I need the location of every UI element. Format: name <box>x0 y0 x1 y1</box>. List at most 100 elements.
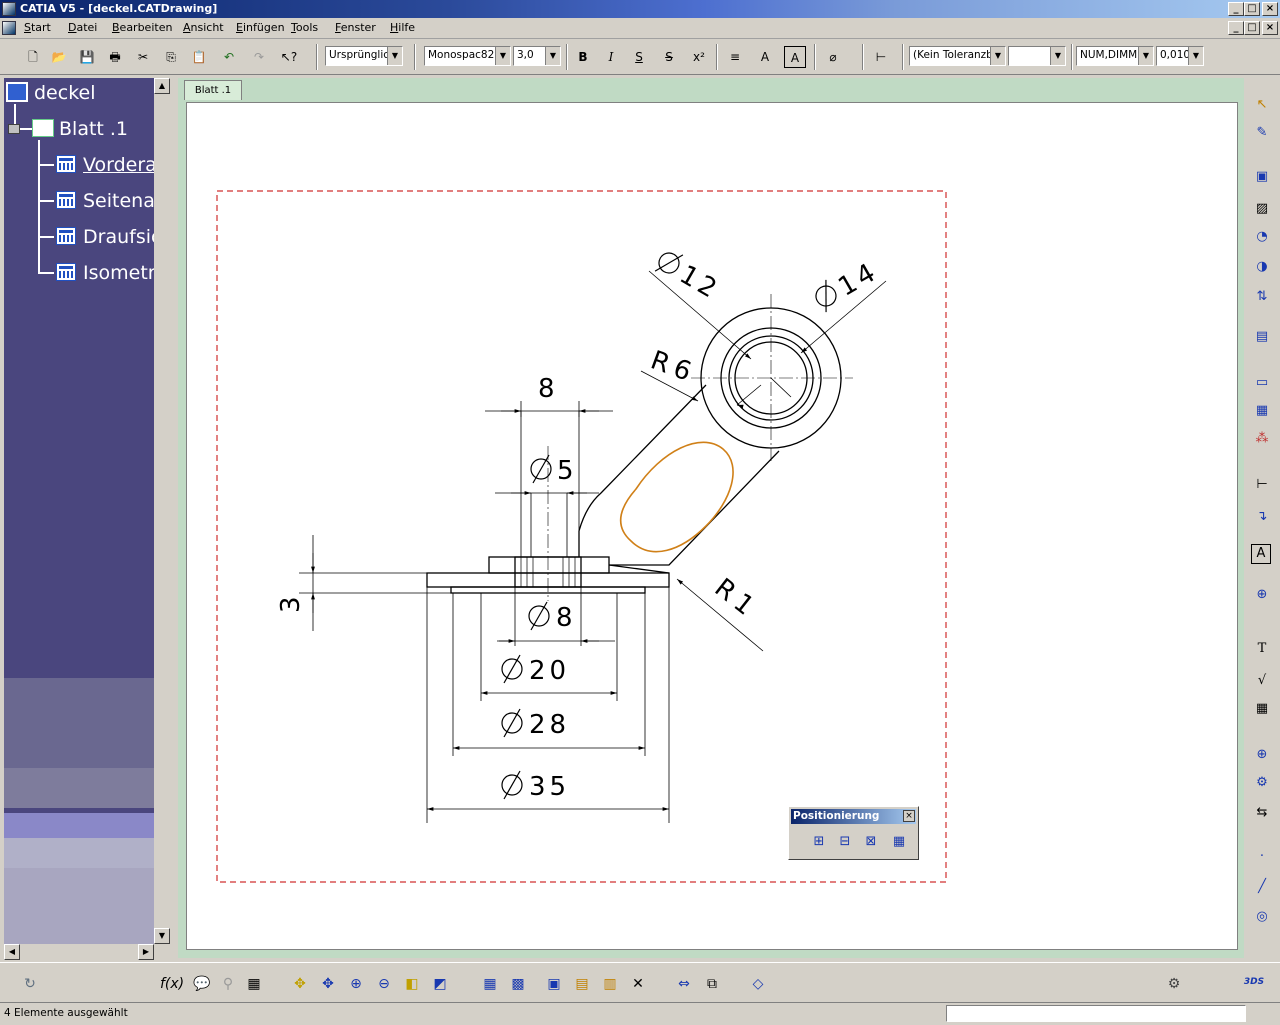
menu-datei[interactable]: Datei <box>68 21 97 34</box>
analysis-display-icon[interactable]: ▣ <box>542 973 566 995</box>
open-icon[interactable]: 📂 <box>48 46 70 68</box>
dim-system-icon[interactable]: ⇔ <box>672 973 696 995</box>
minimize-icon[interactable]: _ <box>1228 2 1244 16</box>
palette-close-icon[interactable]: × <box>903 810 915 822</box>
dim-diameter-28[interactable]: 28 <box>501 708 570 740</box>
dim-diameter-35[interactable]: 35 <box>501 770 570 802</box>
save-icon[interactable]: 💾 <box>76 46 98 68</box>
italic-icon[interactable]: I <box>600 46 622 68</box>
numdimm-combo[interactable]: NUM,DIMM ▼ <box>1076 46 1154 66</box>
new-view-icon[interactable]: ▦ <box>1251 400 1273 422</box>
align-center-icon[interactable]: ⊟ <box>833 831 857 853</box>
broken-view-icon[interactable]: ⇅ <box>1251 286 1273 308</box>
tree-view-side[interactable]: Seitenansicht <box>83 190 154 212</box>
refresh-icon[interactable]: ↻ <box>18 973 42 995</box>
collapse-node-icon[interactable] <box>8 124 20 134</box>
text-box-icon[interactable]: A <box>784 46 806 68</box>
tree-view-front[interactable]: Vorderansicht <box>83 154 154 176</box>
scroll-down-icon[interactable]: ▼ <box>154 928 170 944</box>
table-editor-icon[interactable]: ▦ <box>242 973 266 995</box>
macro-icon[interactable]: ⚲ <box>216 973 240 995</box>
instantiate-icon[interactable]: ⁂ <box>1251 428 1273 450</box>
dim-radius-6[interactable]: R6 <box>647 345 701 389</box>
normal-view-icon[interactable]: ◩ <box>428 973 452 995</box>
fit-all-icon[interactable]: ✥ <box>288 973 312 995</box>
tree-vertical-scrollbar[interactable]: ▲ ▼ <box>154 78 170 944</box>
dim-diameter-5[interactable]: 5 <box>530 454 574 486</box>
precision-combo[interactable]: 0,010 ▼ <box>1156 46 1204 66</box>
drawing-sheet[interactable]: 8 5 3 8 20 28 35 12 14 R6 R1 <box>186 102 1238 950</box>
grid-icon[interactable]: ▦ <box>478 973 502 995</box>
snap-grid-icon[interactable]: ▩ <box>506 973 530 995</box>
dim-diameter-8[interactable]: 8 <box>528 601 573 633</box>
doc-restore-icon[interactable]: □ <box>1244 21 1260 35</box>
tolerance-combo[interactable]: (Kein Toleranzbe ▼ <box>909 46 1006 66</box>
section-icon[interactable]: ▨ <box>1251 198 1273 220</box>
dim-diameter-20[interactable]: 20 <box>501 654 570 686</box>
menu-einfuegen[interactable]: Einfügen <box>236 21 285 34</box>
doc-close-icon[interactable]: × <box>1262 21 1278 35</box>
dim-diameter-14[interactable]: 14 <box>810 255 884 315</box>
align-right-icon[interactable]: ⊠ <box>859 831 883 853</box>
select-icon[interactable]: ↖ <box>1251 94 1273 116</box>
font-size-combo[interactable]: 3,0 ▼ <box>513 46 561 66</box>
font-combo[interactable]: Monospac821 ▼ <box>424 46 511 66</box>
zoom-area-icon[interactable]: ◧ <box>400 973 424 995</box>
strikethrough-icon[interactable]: S <box>658 46 680 68</box>
layer-combo[interactable]: Ursprünglich ▼ <box>325 46 403 66</box>
axis-icon[interactable]: ⊕ <box>1251 744 1273 766</box>
align-left-icon[interactable]: ⊞ <box>807 831 831 853</box>
formula-icon[interactable]: f(x) <box>160 973 184 995</box>
redo-icon[interactable]: ↷ <box>248 46 270 68</box>
undo-icon[interactable]: ↶ <box>218 46 240 68</box>
paste-icon[interactable]: 📋 <box>188 46 210 68</box>
doc-minimize-icon[interactable]: _ <box>1228 21 1244 35</box>
scroll-left-icon[interactable]: ◀ <box>4 944 20 960</box>
front-view-icon[interactable] <box>56 155 76 173</box>
print-icon[interactable]: 🖶 <box>104 46 126 68</box>
dim-height-3[interactable]: 3 <box>276 596 306 613</box>
generated-icon[interactable]: ▤ <box>570 973 594 995</box>
align-icon[interactable]: ≡ <box>724 46 746 68</box>
filter-icon[interactable]: ▥ <box>598 973 622 995</box>
palette-title[interactable]: Positionierung <box>791 809 916 824</box>
command-input[interactable] <box>946 1005 1246 1022</box>
zoom-in-icon[interactable]: ⊕ <box>344 973 368 995</box>
whats-this-icon[interactable]: ↖? <box>278 46 300 68</box>
arrow-icon[interactable]: ⇆ <box>1251 802 1273 824</box>
balloon-icon[interactable]: ⊕ <box>1251 584 1273 606</box>
text-frame-icon[interactable]: A <box>754 46 776 68</box>
top-view-icon[interactable] <box>56 227 76 245</box>
circle-icon[interactable]: ◎ <box>1251 906 1273 928</box>
dim-diameter-12[interactable]: 12 <box>652 246 726 306</box>
sheet-icon[interactable] <box>32 119 54 137</box>
menu-fenster[interactable]: Fenster <box>335 21 376 34</box>
point-icon[interactable]: · <box>1251 846 1273 868</box>
layer-icon[interactable]: ◇ <box>746 973 770 995</box>
maximize-icon[interactable]: □ <box>1244 2 1260 16</box>
comment-icon[interactable]: 💬 <box>190 973 214 995</box>
menu-tools[interactable]: Tools <box>291 21 318 34</box>
plug-icon[interactable]: ⚙ <box>1162 973 1186 995</box>
menu-bearbeiten[interactable]: Bearbeiten <box>112 21 172 34</box>
tree-horizontal-scrollbar[interactable]: ◀ ▶ <box>4 944 154 960</box>
pan-icon[interactable]: ✥ <box>316 973 340 995</box>
tolerance-value-combo[interactable]: ▼ <box>1008 46 1066 66</box>
roughness-icon[interactable]: √ <box>1251 670 1273 692</box>
thread-icon[interactable]: ⚙ <box>1251 772 1273 794</box>
highlight-icon[interactable]: ✕ <box>626 973 650 995</box>
bold-icon[interactable]: B <box>572 46 594 68</box>
dimension-chain-icon[interactable]: ↴ <box>1251 506 1273 528</box>
tree-view-iso[interactable]: Isometrie <box>83 262 154 284</box>
menu-start[interactable]: Start <box>24 21 51 34</box>
menu-ansicht[interactable]: Ansicht <box>183 21 224 34</box>
drawing-root-icon[interactable] <box>6 82 28 102</box>
text-icon[interactable]: A <box>1251 544 1271 564</box>
table-icon[interactable]: ▦ <box>1251 698 1273 720</box>
tree-sheet-label[interactable]: Blatt .1 <box>59 118 128 140</box>
tree-root-label[interactable]: deckel <box>34 82 96 104</box>
zoom-out-icon[interactable]: ⊖ <box>372 973 396 995</box>
menu-hilfe[interactable]: Hilfe <box>390 21 415 34</box>
symbol-icon[interactable]: ⌀ <box>822 46 844 68</box>
document-icon[interactable] <box>2 21 16 35</box>
